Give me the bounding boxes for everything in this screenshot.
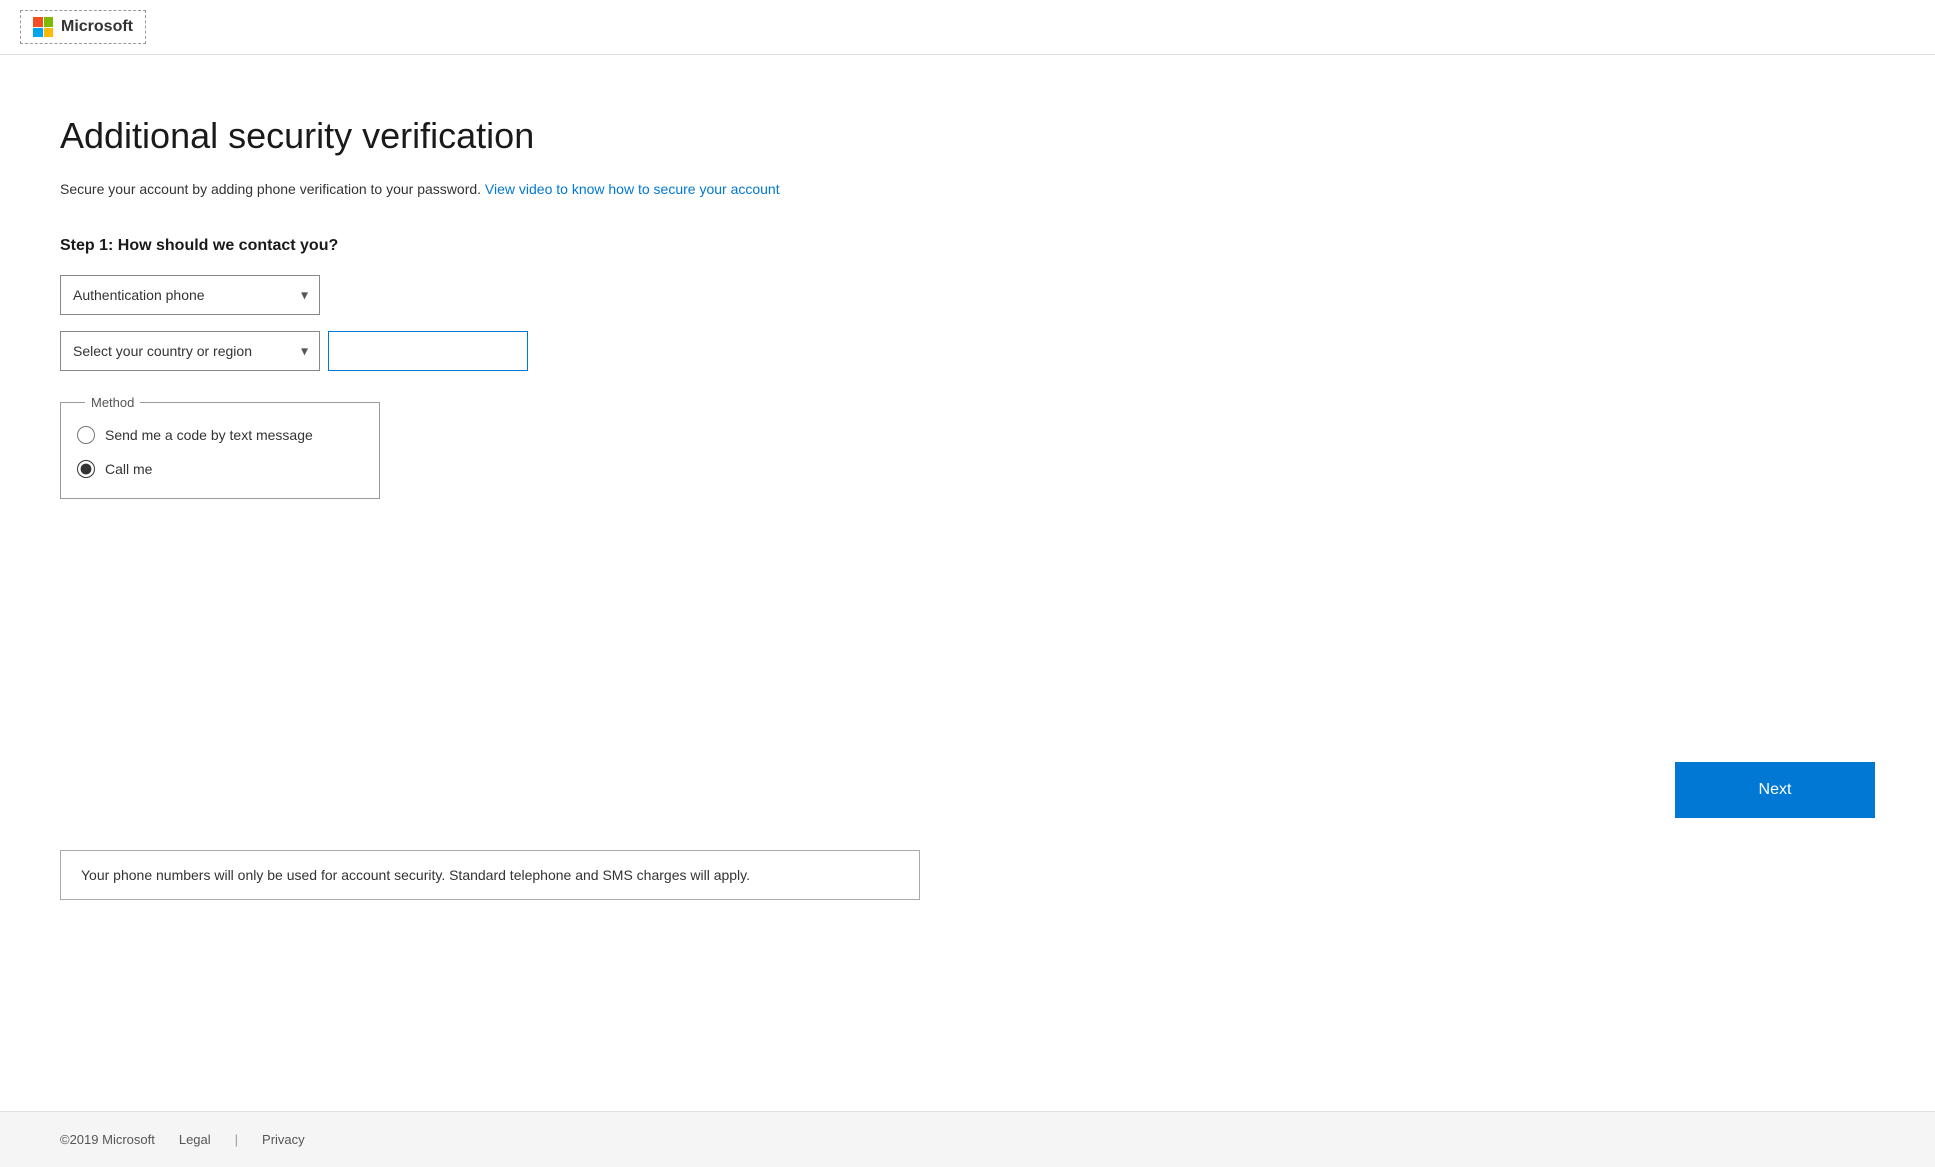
footer-legal-link[interactable]: Legal — [179, 1132, 211, 1147]
footer: ©2019 Microsoft Legal | Privacy — [0, 1111, 1935, 1167]
microsoft-logo-box[interactable]: Microsoft — [20, 10, 146, 44]
radio-call-me-label: Call me — [105, 461, 152, 477]
header: Microsoft — [0, 0, 1935, 55]
subtitle-link[interactable]: View video to know how to secure your ac… — [485, 181, 780, 197]
next-button[interactable]: Next — [1675, 762, 1875, 818]
method-legend: Method — [85, 395, 140, 410]
contact-method-dropdown-container: Authentication phone Office phone Mobile… — [60, 275, 940, 315]
footer-copyright: ©2019 Microsoft — [60, 1132, 155, 1147]
footer-divider: | — [235, 1132, 238, 1147]
logo-green — [44, 17, 54, 27]
subtitle-text: Secure your account by adding phone veri… — [60, 181, 940, 197]
contact-method-dropdown-wrapper[interactable]: Authentication phone Office phone Mobile… — [60, 275, 320, 315]
microsoft-logo-grid — [33, 17, 53, 37]
contact-method-select[interactable]: Authentication phone Office phone Mobile… — [60, 275, 320, 315]
radio-text-message[interactable] — [77, 426, 95, 444]
subtitle-static: Secure your account by adding phone veri… — [60, 181, 481, 197]
logo-yellow — [44, 28, 54, 38]
footer-privacy-link[interactable]: Privacy — [262, 1132, 305, 1147]
logo-blue — [33, 28, 43, 38]
radio-option-call-me[interactable]: Call me — [77, 460, 355, 478]
main-content: Additional security verification Secure … — [0, 55, 1000, 782]
logo-red — [33, 17, 43, 27]
country-dropdown-wrapper[interactable]: Select your country or region United Sta… — [60, 331, 320, 371]
radio-text-message-label: Send me a code by text message — [105, 427, 313, 443]
notice-text: Your phone numbers will only be used for… — [81, 867, 750, 883]
phone-row: Select your country or region United Sta… — [60, 331, 940, 371]
radio-call-me[interactable] — [77, 460, 95, 478]
country-select[interactable]: Select your country or region United Sta… — [60, 331, 320, 371]
next-button-container: Next — [0, 762, 1935, 818]
notice-box: Your phone numbers will only be used for… — [60, 850, 920, 900]
method-fieldset: Method Send me a code by text message Ca… — [60, 395, 380, 499]
content-wrapper: Additional security verification Secure … — [0, 55, 1935, 1167]
microsoft-logo-text: Microsoft — [61, 18, 133, 36]
radio-option-text-message[interactable]: Send me a code by text message — [77, 426, 355, 444]
phone-number-input[interactable] — [328, 331, 528, 371]
page-title: Additional security verification — [60, 115, 940, 157]
step-heading: Step 1: How should we contact you? — [60, 237, 940, 255]
